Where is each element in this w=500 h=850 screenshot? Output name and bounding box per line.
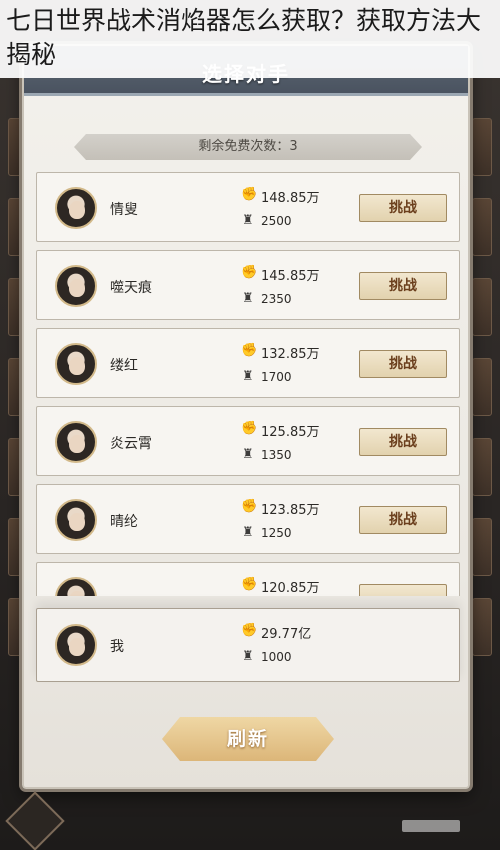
opponent-row: 晴纶 ✊ 123.85万 ♜ 1250 挑战 xyxy=(36,484,460,554)
avatar xyxy=(55,421,97,463)
article-headline: 七日世界战术消焰器怎么获取？获取方法大揭秘 xyxy=(0,0,500,78)
rank-crest-icon: ♜ xyxy=(242,649,254,664)
select-opponent-panel: 选择对手 剩余免费次数：3 情叟 ✊ 148.85万 ♜ 2500 挑战 噬天痕… xyxy=(22,44,470,789)
challenge-button[interactable]: 挑战 xyxy=(359,350,447,378)
opponent-power: 145.85万 xyxy=(261,269,320,284)
watermark xyxy=(402,820,460,832)
rank-crest-icon: ♜ xyxy=(242,525,254,540)
opponent-rank: 1700 xyxy=(261,370,292,384)
rank-crest-icon: ♜ xyxy=(242,213,254,228)
fist-power-icon: ✊ xyxy=(241,499,258,514)
rank-crest-icon: ♜ xyxy=(242,369,254,384)
opponent-name: 晴纶 xyxy=(110,514,138,530)
background-right-tiles xyxy=(472,118,492,678)
menu-emblem-icon[interactable] xyxy=(5,791,65,850)
opponent-rank: 1350 xyxy=(261,448,292,462)
opponent-row: 缕红 ✊ 132.85万 ♜ 1700 挑战 xyxy=(36,328,460,398)
challenge-button[interactable]: 挑战 xyxy=(359,506,447,534)
opponent-list[interactable]: 情叟 ✊ 148.85万 ♜ 2500 挑战 噬天痕 ✊ 145.85万 ♜ 2… xyxy=(36,172,460,596)
challenge-button[interactable]: 挑战 xyxy=(359,194,447,222)
opponent-rank: 1250 xyxy=(261,526,292,540)
fist-power-icon: ✊ xyxy=(241,265,258,280)
avatar xyxy=(55,624,97,666)
opponent-name: 炎云霄 xyxy=(110,436,152,452)
opponent-row: 情叟 ✊ 148.85万 ♜ 2500 挑战 xyxy=(36,172,460,242)
opponent-row: 噬天痕 ✊ 145.85万 ♜ 2350 挑战 xyxy=(36,250,460,320)
avatar xyxy=(55,187,97,229)
my-rank: 1000 xyxy=(261,650,292,664)
opponent-name: 噬天痕 xyxy=(110,280,152,296)
fist-power-icon: ✊ xyxy=(241,343,258,358)
rank-crest-icon: ♜ xyxy=(242,447,254,462)
my-player-row: 我 ✊ 29.77亿 ♜ 1000 xyxy=(36,608,460,682)
challenge-button[interactable] xyxy=(359,584,447,596)
refresh-button[interactable]: 刷新 xyxy=(162,717,334,761)
fist-power-icon: ✊ xyxy=(241,577,258,592)
challenge-button[interactable]: 挑战 xyxy=(359,272,447,300)
opponent-rank: 2350 xyxy=(261,292,292,306)
opponent-row: 炎云霄 ✊ 125.85万 ♜ 1350 挑战 xyxy=(36,406,460,476)
challenge-button[interactable]: 挑战 xyxy=(359,428,447,456)
avatar xyxy=(55,343,97,385)
opponent-name: 缕红 xyxy=(110,358,138,374)
my-power: 29.77亿 xyxy=(261,627,312,642)
opponent-power: 148.85万 xyxy=(261,191,320,206)
avatar xyxy=(55,577,97,596)
rank-crest-icon: ♜ xyxy=(242,291,254,306)
fist-power-icon: ✊ xyxy=(241,421,258,436)
opponent-power: 125.85万 xyxy=(261,425,320,440)
avatar xyxy=(55,499,97,541)
free-attempts-banner: 剩余免费次数：3 xyxy=(74,134,422,160)
fist-power-icon: ✊ xyxy=(241,187,258,202)
opponent-power: 120.85万 xyxy=(261,581,320,596)
fist-power-icon: ✊ xyxy=(241,623,258,638)
opponent-row: ✊ 120.85万 ♜ xyxy=(36,562,460,596)
opponent-name: 情叟 xyxy=(110,202,138,218)
opponent-rank: 2500 xyxy=(261,214,292,228)
avatar xyxy=(55,265,97,307)
my-name: 我 xyxy=(110,639,124,655)
opponent-power: 132.85万 xyxy=(261,347,320,362)
opponent-power: 123.85万 xyxy=(261,503,320,518)
